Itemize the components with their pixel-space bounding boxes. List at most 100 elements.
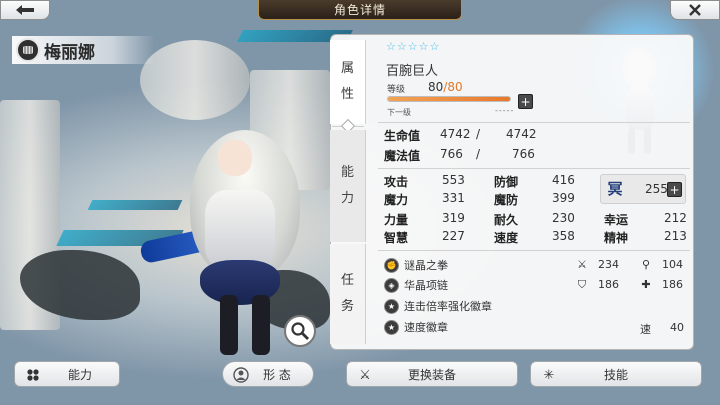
cross-value: 186 — [662, 278, 683, 291]
change-equipment-button[interactable]: ⚔ 更换装备 — [346, 361, 518, 387]
side-tabs: 属 性 能 力 任 务 — [330, 40, 366, 346]
zoom-button[interactable] — [284, 315, 316, 347]
ability-button-label: 能力 — [67, 367, 92, 382]
divider — [378, 168, 690, 169]
level-progress-fill — [388, 97, 510, 101]
stat-label: 魔力 — [384, 193, 409, 207]
equipment-slot[interactable]: ★ 速度徽章 — [384, 318, 448, 336]
stat-value: 399 — [552, 191, 575, 205]
equipment-slot[interactable]: ◈ 华晶项链 — [384, 276, 448, 294]
cross-shield-icon: ✚ — [641, 278, 651, 291]
hp-value: 4742 — [440, 127, 471, 141]
stat-label: 幸运 — [604, 213, 629, 227]
equipment-name: 谜晶之拳 — [404, 259, 448, 272]
rank-glyph: 冥 — [607, 180, 623, 198]
ability-button[interactable]: 能力 — [14, 361, 120, 387]
hp-max: 4742 — [506, 127, 537, 141]
stat-row: 智慧 227 速度 358 精神 213 — [372, 229, 694, 247]
form-button[interactable]: 形 态 — [222, 361, 314, 387]
close-button[interactable] — [670, 0, 720, 20]
fist-class-icon — [16, 38, 40, 62]
stat-value: 416 — [552, 173, 575, 187]
top-bar: 角色详情 — [0, 0, 720, 20]
close-icon — [689, 4, 701, 16]
magnifier-icon — [291, 322, 309, 340]
hp-label: 生命值 — [384, 129, 421, 143]
mp-slash: / — [476, 147, 481, 161]
level-progress-bar — [387, 96, 511, 102]
tab-attributes-label: 属 性 — [340, 61, 354, 102]
back-arrow-icon — [16, 5, 34, 15]
equipment-slot[interactable]: ✊ 谜晶之拳 — [384, 256, 448, 274]
stat-row: 力量 319 耐久 230 幸运 212 — [372, 211, 694, 229]
stat-value: 227 — [442, 229, 465, 243]
stat-value: 212 — [664, 211, 687, 225]
level-value: 80/80 — [428, 80, 463, 94]
page-title: 角色详情 — [258, 0, 462, 20]
fist-emblem-icon: ✊ — [384, 257, 399, 273]
equipment-name: 华晶项链 — [404, 279, 448, 292]
back-button[interactable] — [0, 0, 50, 20]
divider — [378, 122, 690, 123]
character-name-tag: 梅丽娜 — [12, 36, 155, 64]
teal-crystal — [87, 200, 183, 210]
stat-label: 攻击 — [384, 175, 409, 189]
stat-label: 耐久 — [494, 213, 519, 227]
tab-divider — [332, 118, 364, 134]
stat-label: 精神 — [604, 231, 629, 245]
sparkle-icon: ✳ — [543, 367, 555, 383]
stat-value: 319 — [442, 211, 465, 225]
level-up-button[interactable]: + — [518, 94, 533, 109]
stat-label: 智慧 — [384, 231, 409, 245]
stat-value: 553 — [442, 173, 465, 187]
equipment-slot[interactable]: ★ 连击倍率强化徽章 — [384, 297, 492, 315]
face — [218, 140, 252, 176]
rank-plus-button[interactable]: + — [667, 182, 682, 197]
stat-label: 防御 — [494, 175, 519, 189]
rank-box: 冥 255 + — [600, 174, 686, 204]
stat-value: 358 — [552, 229, 575, 243]
mp-label: 魔法值 — [384, 149, 421, 163]
form-button-label: 形 态 — [263, 367, 291, 382]
skills-button[interactable]: ✳ 技能 — [530, 361, 702, 387]
tab-quests[interactable]: 任 务 — [330, 244, 366, 344]
sword-value: 234 — [598, 258, 619, 271]
leg — [252, 295, 270, 355]
hp-slash: / — [476, 127, 481, 141]
mp-row: 魔法值 766 / 766 — [372, 147, 694, 165]
shield-icon: ⛉ — [577, 278, 587, 291]
stat-value: 213 — [664, 229, 687, 243]
class-name: 百腕巨人 — [386, 64, 439, 79]
shield-value: 186 — [598, 278, 619, 291]
badge-icon: ★ — [384, 319, 399, 335]
star-icon: ☆ — [396, 40, 407, 53]
level-max: 80 — [447, 80, 463, 94]
tab-abilities[interactable]: 能 力 — [330, 130, 366, 242]
change-equipment-label: 更换装备 — [407, 367, 456, 382]
stone-sphere — [140, 40, 250, 120]
tab-quests-label: 任 务 — [340, 273, 354, 314]
equipment-name: 连击倍率强化徽章 — [404, 300, 492, 313]
rank-value: 255 — [645, 182, 668, 196]
necklace-emblem-icon: ◈ — [384, 277, 399, 293]
character-name: 梅丽娜 — [44, 42, 95, 63]
mp-max: 766 — [512, 147, 535, 161]
stat-value: 331 — [442, 191, 465, 205]
equipment-name: 速度徽章 — [404, 321, 448, 334]
divider — [378, 250, 690, 251]
stat-label: 力量 — [384, 213, 409, 227]
stat-label: 魔防 — [494, 193, 519, 207]
star-icon: ☆ — [418, 40, 429, 53]
hp-row: 生命值 4742 / 4742 — [372, 127, 694, 145]
star-icon: ☆ — [407, 40, 418, 53]
ability-grid-icon — [25, 367, 41, 383]
sword-icon: ⚔ — [359, 367, 371, 383]
star-icon: ☆ — [429, 40, 440, 53]
mp-value: 766 — [440, 147, 463, 161]
attributes-content: ☆ ☆ ☆ ☆ ☆ 百腕巨人 等级 80/80 + 下一级 ----- 生命值 … — [372, 34, 694, 350]
skills-button-label: 技能 — [603, 367, 628, 382]
next-level-value: ----- — [495, 106, 515, 115]
stat-value: 230 — [552, 211, 575, 225]
tab-attributes[interactable]: 属 性 — [330, 40, 366, 124]
speed-label: 速 — [640, 323, 651, 336]
